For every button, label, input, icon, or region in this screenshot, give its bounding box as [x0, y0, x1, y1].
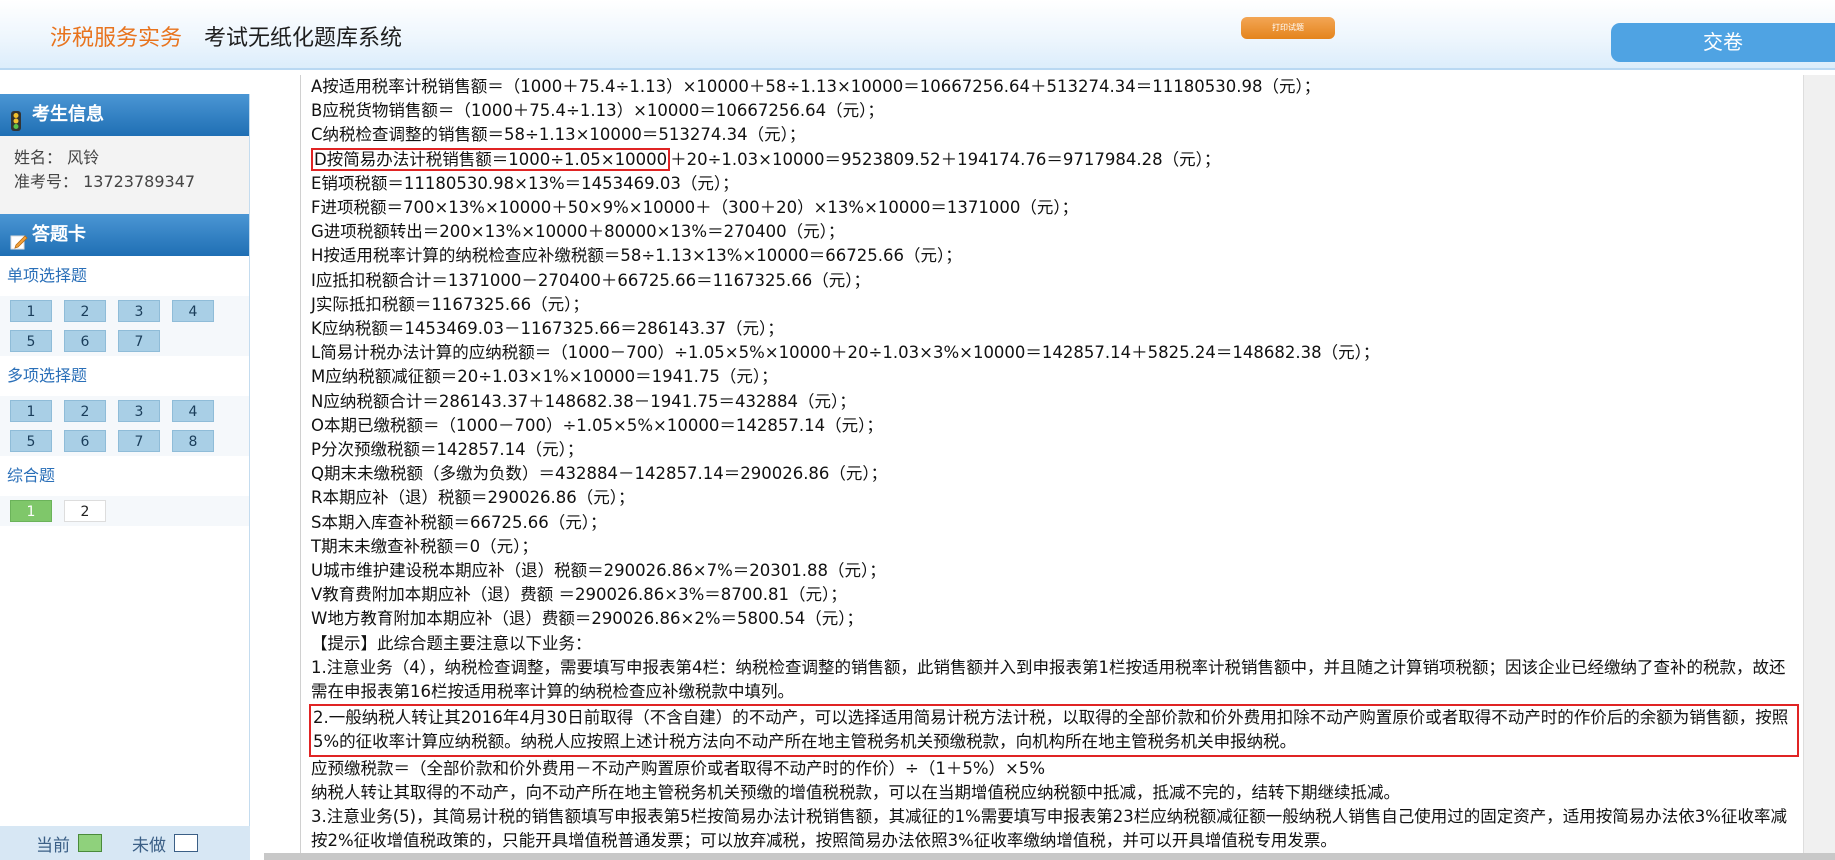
- print-exam-button[interactable]: 打印试题: [1241, 17, 1335, 39]
- student-name: 姓名： 风铃: [14, 148, 100, 167]
- exam-id: 准考号： 13723789347: [14, 172, 196, 191]
- single-choice-section-title[interactable]: 单项选择题: [0, 256, 249, 296]
- analysis-line: L简易计税办法计算的应纳税额＝（1000－700）÷1.05×5%×10000＋…: [311, 343, 1380, 363]
- horizontal-scrollbar[interactable]: [264, 853, 1835, 860]
- analysis-line: I应抵扣税额合计＝1371000－270400＋66725.66＝1167325…: [311, 270, 871, 290]
- question-button[interactable]: 1: [10, 400, 52, 422]
- question-button[interactable]: 7: [118, 430, 160, 452]
- analysis-line: U城市维护建设税本期应补（退）税额＝290026.86×7%＝20301.88（…: [311, 561, 886, 581]
- top-header: 涉税服务实务 考试无纸化题库系统 打印试题 交卷: [0, 0, 1835, 70]
- analysis-line: G进项税额转出＝200×13%×10000＋80000×13%＝270400（元…: [311, 222, 845, 242]
- analysis-line: V教育费附加本期应补（退）费额 ＝290026.86×3%＝8700.81（元）…: [311, 585, 847, 605]
- question-button[interactable]: 1: [10, 300, 52, 322]
- tip-note-1: 1.注意业务（4），纳税检查调整，需要填写申报表第4栏：纳税检查调整的销售额，此…: [311, 657, 1786, 702]
- analysis-line: P分次预缴税额＝142857.14（元）；: [311, 440, 584, 460]
- multi-choice-section-title[interactable]: 多项选择题: [0, 356, 249, 396]
- answer-card-header: 答题卡: [0, 214, 249, 256]
- analysis-line: W地方教育附加本期应补（退）费额＝290026.86×2%＝5800.54（元）…: [311, 609, 864, 629]
- tip-heading: 【提示】此综合题主要注意以下业务：: [311, 633, 592, 653]
- tip-note-deduct: 纳税人转让其取得的不动产，向不动产所在地主管税务机关预缴的增值税税款，可以在当期…: [311, 782, 1400, 802]
- analysis-line-d-rest: ＋20÷1.03×10000＝9523809.52＋194174.76＝9717…: [670, 149, 1221, 169]
- question-button-undone[interactable]: 2: [64, 500, 106, 522]
- analysis-line: B应税货物销售额＝（1000＋75.4÷1.13）×10000＝10667256…: [311, 101, 884, 121]
- student-info-header: 考生信息: [0, 94, 249, 136]
- answer-analysis-content: A按适用税率计税销售额＝（1000＋75.4÷1.13）×10000＋58÷1.…: [300, 75, 1835, 860]
- analysis-line: E销项税额＝11180530.98×13%＝1453469.03（元）；: [311, 173, 739, 193]
- single-choice-row: 5 6 7: [0, 326, 249, 356]
- question-button[interactable]: 4: [172, 300, 214, 322]
- student-info-title: 考生信息: [32, 104, 104, 125]
- traffic-light-icon: [10, 105, 26, 131]
- student-info-box: 姓名： 风铃 准考号： 13723789347: [0, 136, 249, 214]
- tip-note-2-highlighted: 2.一般纳税人转让其2016年4月30日前取得（不含自建）的不动产，可以选择适用…: [309, 704, 1799, 757]
- analysis-line: J实际抵扣税额＝1167325.66（元）；: [311, 294, 589, 314]
- analysis-line: R本期应补（退）税额＝290026.86（元）；: [311, 488, 635, 508]
- highlighted-text: D按简易办法计税销售额＝1000÷1.05×10000: [311, 147, 671, 171]
- question-button-current[interactable]: 1: [10, 500, 52, 522]
- analysis-line: H按适用税率计算的纳税检查应补缴税额＝58÷1.13×13%×10000＝667…: [311, 246, 962, 266]
- subject-title: 涉税服务实务: [50, 26, 183, 51]
- question-button[interactable]: 6: [64, 430, 106, 452]
- question-button[interactable]: 3: [118, 400, 160, 422]
- system-title: 考试无纸化题库系统: [204, 26, 403, 51]
- edit-card-icon: [10, 225, 28, 250]
- vertical-scrollbar[interactable]: [1803, 75, 1835, 860]
- analysis-line: A按适用税率计税销售额＝（1000＋75.4÷1.13）×10000＋58÷1.…: [311, 77, 1321, 96]
- analysis-line: Q期末未缴税额（多缴为负数）＝432884－142857.14＝290026.8…: [311, 464, 888, 484]
- question-button[interactable]: 2: [64, 300, 106, 322]
- analysis-line: S本期入库查补税额＝66725.66（元）；: [311, 512, 607, 532]
- comprehensive-row: 1 2: [0, 496, 249, 526]
- analysis-line: T期末未缴查补税额＝0（元）；: [311, 536, 538, 556]
- question-button[interactable]: 5: [10, 330, 52, 352]
- multi-choice-row: 1 2 3 4: [0, 396, 249, 426]
- question-button[interactable]: 5: [10, 430, 52, 452]
- analysis-line: M应纳税额减征额＝20÷1.03×1%×10000＝1941.75（元）；: [311, 367, 778, 387]
- single-choice-row: 1 2 3 4: [0, 296, 249, 326]
- tip-note-3: 3.注意业务(5)，其简易计税的销售额填写申报表第5栏按简易办法计税销售额，其减…: [311, 807, 1787, 851]
- question-button[interactable]: 3: [118, 300, 160, 322]
- legend-current-swatch: [78, 834, 102, 852]
- question-button[interactable]: 4: [172, 400, 214, 422]
- status-legend: 当前 未做: [0, 826, 250, 860]
- comprehensive-section-title[interactable]: 综合题: [0, 456, 249, 496]
- prepay-formula: 应预缴税款＝（全部价款和价外费用－不动产购置原价或者取得不动产时的作价）÷（1＋…: [311, 758, 1046, 778]
- legend-current-label: 当前: [36, 835, 70, 856]
- question-button[interactable]: 7: [118, 330, 160, 352]
- analysis-line: N应纳税额合计＝286143.37＋148682.38－1941.75＝4328…: [311, 391, 856, 411]
- analysis-line: O本期已缴税额＝（1000－700）÷1.05×5%×10000＝142857.…: [311, 415, 883, 435]
- legend-undone-label: 未做: [132, 835, 166, 856]
- analysis-line: K应纳税额＝1453469.03－1167325.66＝286143.37（元）…: [311, 319, 784, 339]
- question-button[interactable]: 6: [64, 330, 106, 352]
- answer-card-title: 答题卡: [32, 224, 86, 245]
- analysis-line: F进项税额＝700×13%×10000＋50×9%×10000＋（300＋20）…: [311, 198, 1079, 218]
- question-button[interactable]: 2: [64, 400, 106, 422]
- analysis-line: C纳税检查调整的销售额＝58÷1.13×10000＝513274.34（元）；: [311, 125, 806, 145]
- submit-exam-button[interactable]: 交卷: [1611, 23, 1835, 62]
- multi-choice-row: 5 6 7 8: [0, 426, 249, 456]
- sidebar: 考生信息 姓名： 风铃 准考号： 13723789347 答题卡 单项选择题 1…: [0, 94, 250, 860]
- analysis-line-d: D按简易办法计税销售额＝1000÷1.05×10000 ＋20÷1.03×1000…: [311, 147, 1835, 172]
- legend-undone-swatch: [174, 834, 198, 852]
- question-button[interactable]: 8: [172, 430, 214, 452]
